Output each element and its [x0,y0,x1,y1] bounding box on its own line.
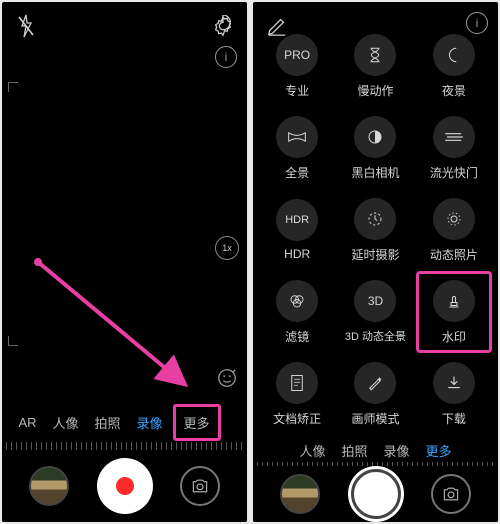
tile-label: 延时摄影 [351,246,399,263]
timelapse-icon [354,198,396,240]
tile-label: 流光快门 [430,164,478,181]
bottom-controls [253,466,498,522]
shutter-button[interactable] [348,466,404,522]
tile-pano3d[interactable]: 3D 3D 动态全景 [337,271,413,353]
tile-slowmo[interactable]: 慢动作 [337,25,413,107]
mode-video[interactable]: 录像 [378,439,416,462]
tile-night[interactable]: 夜景 [416,25,492,107]
download-icon [433,362,475,404]
shutter-record-button[interactable] [97,458,153,514]
gallery-thumbnail[interactable] [280,474,320,514]
tile-label: 慢动作 [357,82,393,99]
mode-photo[interactable]: 拍照 [335,439,373,462]
tile-label: HDR [284,247,310,261]
panorama-icon [276,116,318,158]
livephoto-icon [433,198,475,240]
edit-icon[interactable] [263,12,291,40]
settings-icon[interactable] [209,12,237,40]
tile-watermark[interactable]: 水印 [416,271,492,353]
info-row: i [2,46,247,76]
switch-camera-button[interactable] [431,474,471,514]
zoom-indicator[interactable]: 1x [215,236,239,260]
phone-more-modes: i PRO 专业 慢动作 夜景 全景 黑白相机 流光快门 HDR HDR [253,2,498,522]
switch-camera-button[interactable] [180,466,220,506]
mode-more[interactable]: 更多 [420,439,458,462]
tile-mono[interactable]: 黑白相机 [337,107,413,189]
mode-photo[interactable]: 拍照 [89,411,127,434]
tile-label: 全景 [285,164,309,181]
filter-icon [276,280,318,322]
light-trail-icon [433,116,475,158]
beauty-icon[interactable] [215,366,239,390]
hourglass-icon [354,34,396,76]
tile-hdr[interactable]: HDR HDR [259,189,335,271]
tile-docscan[interactable]: 文档矫正 [259,353,335,435]
top-bar [2,2,247,46]
tile-download[interactable]: 下载 [416,353,492,435]
tile-label: 动态照片 [430,246,478,263]
hdr-icon: HDR [276,199,318,241]
tile-label: 专业 [285,82,309,99]
viewfinder-area[interactable]: 1x [2,76,247,402]
tile-livephoto[interactable]: 动态照片 [416,189,492,271]
tile-timelapse[interactable]: 延时摄影 [337,189,413,271]
tile-label: 水印 [442,328,466,345]
tile-label: 3D 动态全景 [345,328,406,344]
wand-icon [354,362,396,404]
annotation-arrow [32,256,202,396]
tile-label: 夜景 [442,82,466,99]
top-bar: i [253,2,498,23]
mode-strip: AR 人像 拍照 录像 更多 [2,402,247,442]
bottom-controls [2,450,247,522]
modes-grid: PRO 专业 慢动作 夜景 全景 黑白相机 流光快门 HDR HDR [253,23,498,439]
focus-corner [8,82,18,92]
3d-icon: 3D [354,280,396,322]
tile-panorama[interactable]: 全景 [259,107,335,189]
mode-strip: 人像 拍照 录像 更多 [253,439,498,462]
tile-label: 黑白相机 [351,164,399,181]
moon-icon [433,34,475,76]
contrast-icon [354,116,396,158]
phone-camera-viewfinder: i 1x AR 人像 拍照 录像 更多 [2,2,247,522]
mode-more[interactable]: 更多 [173,404,221,441]
tile-label: 下载 [442,410,466,427]
info-icon[interactable]: i [466,12,488,34]
tile-label: 文档矫正 [273,410,321,427]
tile-filter[interactable]: 滤镜 [259,271,335,353]
gallery-thumbnail[interactable] [29,466,69,506]
focus-corner [8,336,18,346]
mode-video[interactable]: 录像 [131,411,169,434]
tile-label: 滤镜 [285,328,309,345]
tile-label: 画师模式 [351,410,399,427]
stamp-icon [433,280,475,322]
tile-lightpaint[interactable]: 流光快门 [416,107,492,189]
flash-icon[interactable] [12,12,40,40]
tile-artist[interactable]: 画师模式 [337,353,413,435]
info-icon[interactable]: i [215,46,237,68]
mode-ar[interactable]: AR [12,413,42,432]
document-icon [276,362,318,404]
mode-portrait[interactable]: 人像 [293,439,331,462]
mode-ticks [6,442,243,450]
mode-portrait[interactable]: 人像 [47,411,85,434]
